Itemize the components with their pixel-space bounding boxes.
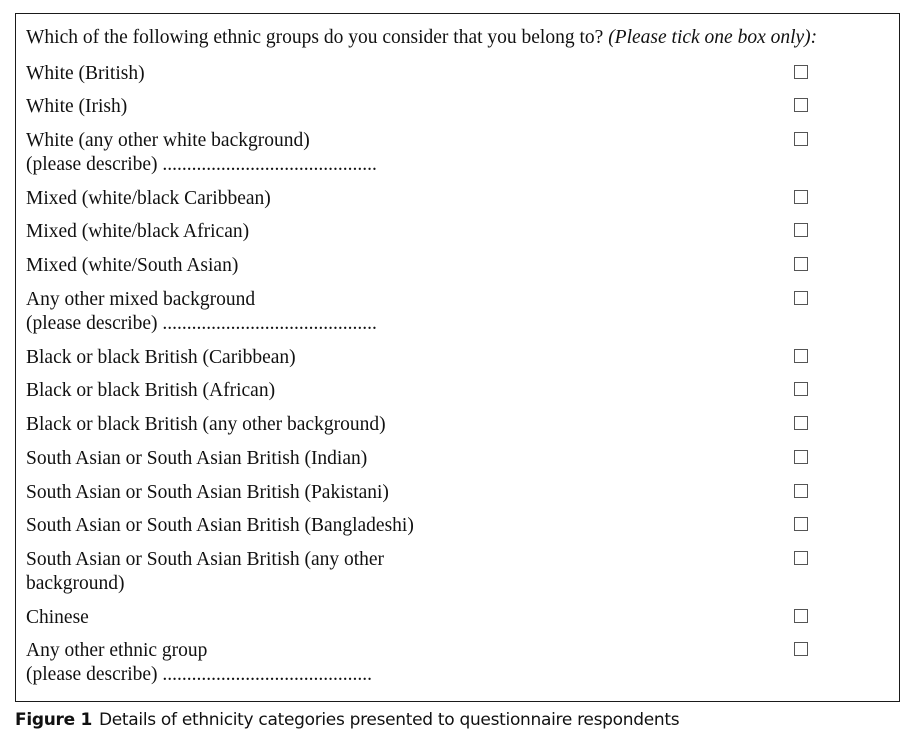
option-label: Mixed (white/black Caribbean) bbox=[26, 188, 271, 209]
option-row: South Asian or South Asian British (Bang… bbox=[26, 514, 886, 538]
option-describe-field[interactable]: (please describe) ......................… bbox=[26, 312, 886, 336]
option-row: White (any other white background) (plea… bbox=[26, 129, 886, 177]
option-label: Any other ethnic group bbox=[26, 640, 208, 661]
option-row: Mixed (white/black African) bbox=[26, 220, 886, 244]
option-label: South Asian or South Asian British (Bang… bbox=[26, 515, 414, 536]
option-checkbox[interactable] bbox=[794, 349, 808, 363]
option-row: Any other ethnic group (please describe)… bbox=[26, 639, 886, 687]
option-describe-field[interactable]: (please describe) ......................… bbox=[26, 153, 886, 177]
option-label-continued: background) bbox=[26, 573, 125, 594]
option-row: Chinese bbox=[26, 606, 886, 630]
option-checkbox[interactable] bbox=[794, 609, 808, 623]
option-describe-field[interactable]: (please describe) ......................… bbox=[26, 663, 886, 687]
option-row: Black or black British (any other backgr… bbox=[26, 413, 886, 437]
option-row: Black or black British (African) bbox=[26, 379, 886, 403]
option-label: Chinese bbox=[26, 607, 89, 628]
question-label: Which of the following ethnic groups do … bbox=[26, 27, 604, 48]
option-checkbox[interactable] bbox=[794, 98, 808, 112]
option-label: South Asian or South Asian British (Paki… bbox=[26, 482, 389, 503]
option-checkbox[interactable] bbox=[794, 132, 808, 146]
option-row: Mixed (white/black Caribbean) bbox=[26, 187, 886, 211]
option-checkbox[interactable] bbox=[794, 642, 808, 656]
option-row: White (Irish) bbox=[26, 95, 886, 119]
option-row: Any other mixed background (please descr… bbox=[26, 288, 886, 336]
option-label: Black or black British (African) bbox=[26, 380, 276, 401]
option-label: Black or black British (any other backgr… bbox=[26, 414, 386, 435]
option-checkbox[interactable] bbox=[794, 551, 808, 565]
option-row: White (British) bbox=[26, 62, 886, 86]
option-checkbox[interactable] bbox=[794, 257, 808, 271]
option-checkbox[interactable] bbox=[794, 223, 808, 237]
question-instruction: (Please tick one box only): bbox=[608, 27, 818, 48]
option-label: White (any other white background) bbox=[26, 130, 310, 151]
option-label: South Asian or South Asian British (Indi… bbox=[26, 448, 368, 469]
option-label: White (Irish) bbox=[26, 96, 128, 117]
option-row: South Asian or South Asian British (any … bbox=[26, 548, 886, 596]
option-checkbox[interactable] bbox=[794, 190, 808, 204]
option-checkbox[interactable] bbox=[794, 382, 808, 396]
questionnaire-box: Which of the following ethnic groups do … bbox=[15, 13, 900, 702]
option-row: Mixed (white/South Asian) bbox=[26, 254, 886, 278]
caption-text: Details of ethnicity categories presente… bbox=[98, 710, 680, 730]
option-checkbox[interactable] bbox=[794, 450, 808, 464]
option-checkbox[interactable] bbox=[794, 416, 808, 430]
figure-label: Figure 1 bbox=[15, 710, 92, 730]
option-checkbox[interactable] bbox=[794, 517, 808, 531]
figure-caption: Figure 1 Details of ethnicity categories … bbox=[15, 710, 680, 730]
option-checkbox[interactable] bbox=[794, 291, 808, 305]
option-label: Black or black British (Caribbean) bbox=[26, 347, 296, 368]
option-row: South Asian or South Asian British (Indi… bbox=[26, 447, 886, 471]
option-label: South Asian or South Asian British (any … bbox=[26, 549, 385, 570]
option-checkbox[interactable] bbox=[794, 484, 808, 498]
option-label: Any other mixed background bbox=[26, 289, 256, 310]
option-row: Black or black British (Caribbean) bbox=[26, 346, 886, 370]
option-label: White (British) bbox=[26, 63, 145, 84]
option-label: Mixed (white/black African) bbox=[26, 221, 250, 242]
question-text: Which of the following ethnic groups do … bbox=[26, 27, 817, 49]
option-checkbox[interactable] bbox=[794, 65, 808, 79]
option-row: South Asian or South Asian British (Paki… bbox=[26, 481, 886, 505]
option-label: Mixed (white/South Asian) bbox=[26, 255, 239, 276]
